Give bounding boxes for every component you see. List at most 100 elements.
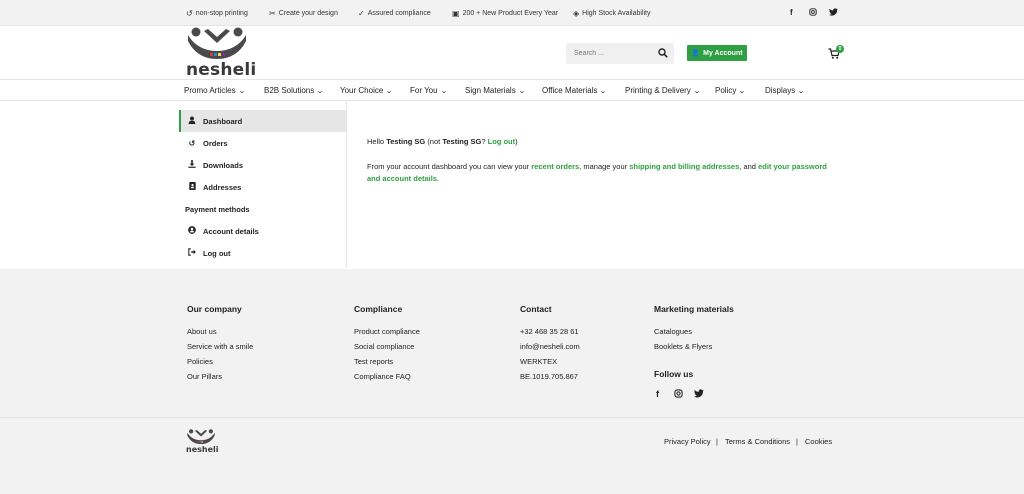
- nav-sign-materials[interactable]: Sign Materials ⌄: [465, 86, 525, 95]
- account-nav-log-out[interactable]: Log out: [179, 242, 346, 264]
- history-icon: ↺: [188, 138, 196, 148]
- cart-count-badge: 0: [836, 45, 844, 53]
- contact-phone: +32 468 35 28 61: [520, 327, 579, 336]
- twitter-icon[interactable]: [829, 8, 838, 18]
- account-nav-label: Downloads: [203, 160, 244, 170]
- chevron-down-icon: ⌄: [517, 88, 526, 95]
- user-icon: 👤: [691, 50, 701, 57]
- recent-orders-link[interactable]: recent orders: [531, 162, 579, 171]
- nav-promo-articles[interactable]: Promo Articles ⌄: [184, 86, 246, 95]
- legal-separator: |: [796, 437, 798, 446]
- my-account-button[interactable]: 👤 My Account: [687, 45, 747, 61]
- chevron-down-icon: ⌄: [385, 88, 394, 95]
- greeting-user: Testing SG: [386, 137, 426, 146]
- usp-label: 200 + New Product Every Year: [462, 10, 559, 17]
- address-book-icon: [187, 182, 197, 192]
- content-divider: [346, 101, 347, 268]
- user-circle-icon: [187, 226, 197, 236]
- nav-label: Printing & Delivery: [625, 86, 691, 95]
- instagram-icon[interactable]: [674, 389, 683, 400]
- nav-label: Your Choice: [340, 86, 384, 95]
- usp-label: non-stop printing: [195, 10, 248, 17]
- account-nav-orders[interactable]: ↺ Orders: [179, 132, 346, 154]
- my-account-label: My Account: [703, 49, 743, 57]
- history-icon: ↺: [186, 9, 193, 18]
- footer-link[interactable]: Booklets & Flyers: [654, 339, 734, 354]
- footer-link[interactable]: Policies: [187, 354, 253, 369]
- nav-your-choice[interactable]: Your Choice ⌄: [340, 86, 394, 95]
- usp-label: Assured compliance: [367, 10, 431, 17]
- nav-for-you[interactable]: For You ⌄: [410, 86, 447, 95]
- logo-text: nesheli: [186, 60, 257, 80]
- footer-heading: Compliance: [354, 304, 403, 314]
- nav-office-materials[interactable]: Office Materials ⌄: [542, 86, 607, 95]
- usp-new-products: ▣ 200 + New Product Every Year: [452, 9, 558, 18]
- chevron-down-icon: ⌄: [797, 88, 805, 95]
- footer-link[interactable]: Test reports: [354, 354, 420, 369]
- greeting-question: ?: [481, 137, 486, 146]
- site-footer: [0, 269, 1024, 494]
- footer-link[interactable]: Service with a smile: [187, 339, 253, 354]
- top-bar: ↺ non-stop printing ✂ Create your design ✓…: [0, 0, 1024, 26]
- account-nav-payment-methods[interactable]: Payment methods: [179, 198, 346, 220]
- chevron-down-icon: ⌄: [692, 88, 701, 95]
- search-icon[interactable]: [658, 48, 668, 58]
- account-nav-account-details[interactable]: Account details: [179, 220, 346, 242]
- intro-text: , and: [739, 162, 756, 171]
- nav-label: Policy: [715, 86, 737, 95]
- scissors-icon: ✂: [269, 9, 276, 18]
- nav-policy[interactable]: Policy ⌄: [715, 86, 747, 95]
- usp-label: High Stock Availability: [582, 10, 651, 17]
- check-circle-icon: ✓: [358, 9, 365, 18]
- footer-heading: Contact: [520, 304, 552, 314]
- greeting-hello: Hello: [367, 137, 385, 146]
- intro-text: , manage your: [579, 162, 628, 171]
- account-nav-label: Orders: [203, 138, 228, 148]
- account-nav-downloads[interactable]: Downloads: [179, 154, 346, 176]
- footer-link[interactable]: About us: [187, 324, 253, 339]
- nav-label: Promo Articles: [184, 86, 236, 95]
- site-logo[interactable]: nesheli: [186, 27, 256, 80]
- usp-compliance: ✓ Assured compliance: [358, 9, 431, 18]
- account-nav-addresses[interactable]: Addresses: [179, 176, 346, 198]
- account-navigation: Dashboard ↺ Orders Downloads Addresses Pa…: [179, 110, 346, 264]
- facebook-icon[interactable]: f: [656, 389, 659, 399]
- contact-company: WERKTEX: [520, 357, 558, 366]
- footer-col-contact: Contact +32 468 35 28 61 info@nesheli.co…: [520, 304, 580, 384]
- footer-heading: Marketing materials: [654, 304, 734, 314]
- nav-b2b-solutions[interactable]: B2B Solutions ⌄: [264, 86, 324, 95]
- dashboard-intro: From your account dashboard you can view…: [367, 161, 827, 185]
- usp-non-stop: ↺ non-stop printing: [186, 9, 248, 18]
- account-nav-dashboard[interactable]: Dashboard: [179, 110, 346, 132]
- footer-logo[interactable]: nesheli: [186, 429, 219, 457]
- greeting-not-user: Testing SG: [442, 137, 482, 146]
- footer-link[interactable]: Our Pillars: [187, 369, 253, 384]
- nav-printing-delivery[interactable]: Printing & Delivery ⌄: [625, 86, 701, 95]
- terms-conditions-link[interactable]: Terms & Conditions: [725, 437, 790, 446]
- footer-link[interactable]: Product compliance: [354, 324, 420, 339]
- chevron-down-icon: ⌄: [237, 88, 246, 95]
- footer-link[interactable]: Catalogues: [654, 324, 734, 339]
- nav-label: Sign Materials: [465, 86, 516, 95]
- account-nav-label: Dashboard: [203, 116, 243, 126]
- twitter-icon[interactable]: [694, 389, 704, 400]
- logo-mark: [188, 27, 246, 59]
- download-icon: [187, 160, 197, 170]
- logo-text: nesheli: [186, 445, 219, 454]
- dashboard-content: Hello Testing SG (not Testing SG? Log ou…: [367, 136, 827, 185]
- greeting-close: ): [515, 137, 518, 146]
- footer-link[interactable]: Social compliance: [354, 339, 420, 354]
- facebook-icon[interactable]: f: [790, 8, 793, 17]
- privacy-policy-link[interactable]: Privacy Policy: [664, 437, 711, 446]
- footer-col-company: Our company About us Service with a smil…: [187, 304, 253, 384]
- logout-link[interactable]: Log out: [488, 137, 516, 146]
- instagram-icon[interactable]: [809, 8, 817, 18]
- cookies-link[interactable]: Cookies: [805, 437, 832, 446]
- nav-label: Office Materials: [542, 86, 598, 95]
- usp-design: ✂ Create your design: [269, 9, 338, 18]
- footer-link[interactable]: Compliance FAQ: [354, 369, 420, 384]
- nav-displays[interactable]: Displays ⌄: [765, 86, 805, 95]
- greeting-not: (not: [427, 137, 441, 146]
- addresses-link[interactable]: shipping and billing addresses: [629, 162, 739, 171]
- chevron-down-icon: ⌄: [738, 88, 747, 95]
